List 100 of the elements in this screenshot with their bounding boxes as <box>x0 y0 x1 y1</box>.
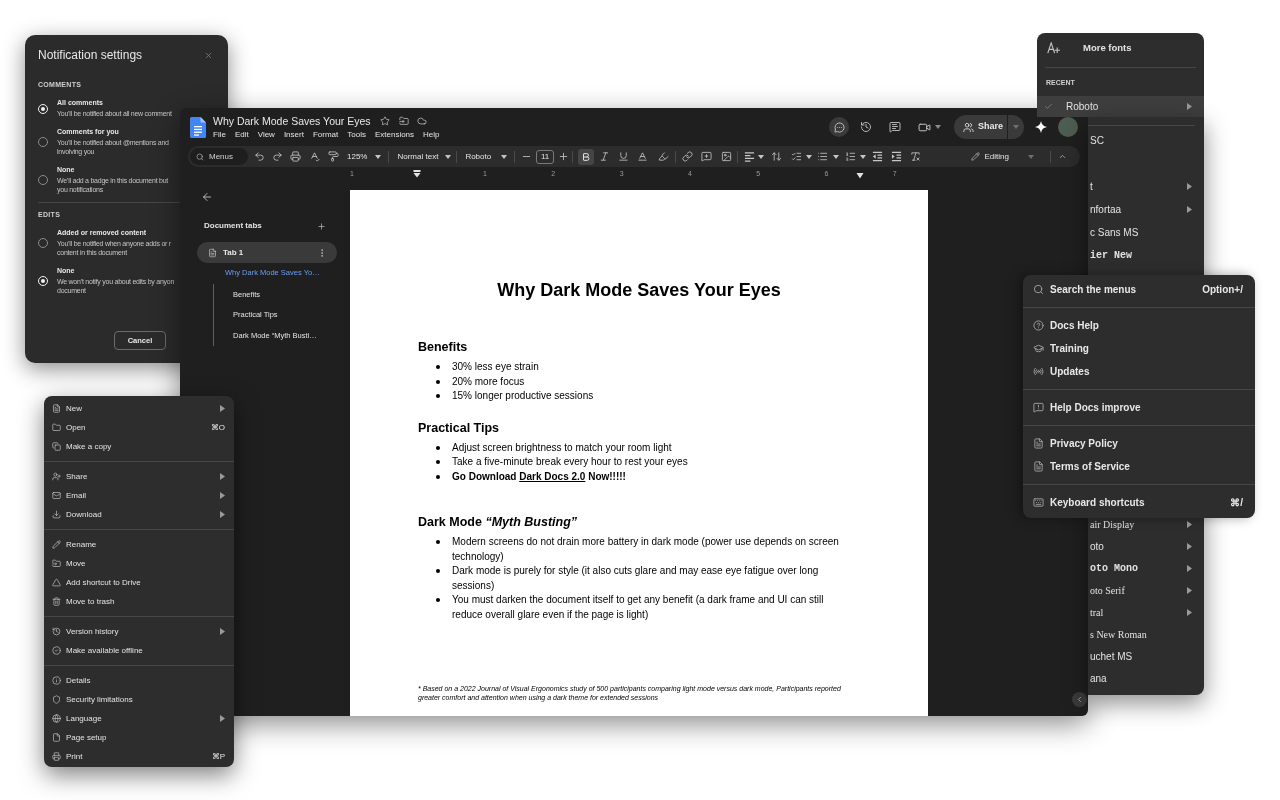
menu-item[interactable]: Download <box>44 505 234 524</box>
underline-icon[interactable] <box>618 151 630 162</box>
menu-bar-item[interactable]: Insert <box>283 129 304 140</box>
print-icon[interactable] <box>290 151 301 162</box>
increase-indent-icon[interactable] <box>891 151 903 162</box>
chevron-up-icon[interactable] <box>1058 152 1067 161</box>
close-button[interactable] <box>204 50 213 60</box>
paragraph-style-dropdown[interactable]: Normal text <box>397 150 452 163</box>
font-option[interactable]: SC <box>1088 129 1204 152</box>
font-option[interactable]: ana <box>1088 667 1204 689</box>
font-option[interactable]: Roboto <box>1037 96 1204 117</box>
menu-item[interactable]: Make a copy <box>44 437 234 456</box>
docs-logo-icon[interactable] <box>190 116 206 138</box>
folder-arrow-icon[interactable] <box>398 116 409 126</box>
menu-bar-item[interactable]: Extensions <box>374 129 415 140</box>
menu-item[interactable]: Move <box>44 554 234 573</box>
menu-bar-item[interactable]: File <box>213 129 226 140</box>
document-tab[interactable]: Tab 1 <box>197 242 337 263</box>
image-icon[interactable] <box>721 151 733 162</box>
font-option[interactable]: oto Serif <box>1088 579 1204 601</box>
font-option[interactable]: t <box>1088 175 1204 198</box>
plus-icon[interactable] <box>558 151 570 162</box>
up-down-arrows-icon[interactable] <box>771 151 783 162</box>
menu-item[interactable]: Version history <box>44 622 234 641</box>
menu-item[interactable]: New <box>44 399 234 418</box>
more-fonts-item[interactable]: More fonts <box>1037 36 1204 60</box>
menu-item[interactable]: Privacy Policy <box>1023 432 1255 455</box>
font-option[interactable]: c Sans MS <box>1088 221 1204 244</box>
font-option[interactable]: nfortaa <box>1088 198 1204 221</box>
menu-bar-item[interactable]: Edit <box>234 129 249 140</box>
font-size-field[interactable]: 11 <box>536 149 555 164</box>
history-icon[interactable] <box>860 121 872 133</box>
menu-item[interactable]: Docs Help <box>1023 314 1255 337</box>
font-option[interactable]: ier New <box>1088 244 1204 267</box>
avatar[interactable] <box>1058 117 1078 137</box>
menu-bar-item[interactable]: Help <box>423 129 440 140</box>
italic-icon[interactable] <box>599 151 611 162</box>
font-option[interactable]: oto <box>1088 535 1204 557</box>
menu-item[interactable]: Search the menus Option+/ <box>1023 278 1255 301</box>
add-comment-icon[interactable] <box>701 151 713 162</box>
font-option[interactable]: air Display <box>1088 513 1204 535</box>
spell-check-icon[interactable] <box>309 151 320 162</box>
paint-roller-icon[interactable] <box>328 151 339 162</box>
redo-icon[interactable] <box>272 151 283 162</box>
add-tab-icon[interactable] <box>317 221 326 231</box>
highlighter-icon[interactable] <box>658 151 670 162</box>
menu-bar-item[interactable]: View <box>257 129 275 140</box>
menu-item[interactable]: Security limitations <box>44 690 234 709</box>
menu-item[interactable]: Move to trash <box>44 592 234 611</box>
menu-item[interactable]: Keyboard shortcuts ⌘/ <box>1023 491 1255 514</box>
menu-item[interactable]: Share <box>44 467 234 486</box>
decrease-indent-icon[interactable] <box>872 151 884 162</box>
menu-item[interactable]: Print ⌘P <box>44 747 234 766</box>
sparkle-icon[interactable] <box>1035 121 1047 133</box>
chat-button[interactable] <box>829 117 849 137</box>
menu-item[interactable]: Training <box>1023 337 1255 360</box>
font-option[interactable]: uchet MS <box>1088 645 1204 667</box>
link-icon[interactable] <box>682 151 694 162</box>
collapse-button[interactable] <box>1072 692 1087 707</box>
bold-button[interactable] <box>578 148 595 165</box>
menu-item[interactable]: Details <box>44 671 234 690</box>
align-left-icon[interactable] <box>744 151 756 162</box>
font-dropdown[interactable]: Roboto <box>465 150 508 163</box>
menu-item[interactable]: Help Docs improve <box>1023 396 1255 419</box>
menu-bar-item[interactable]: Tools <box>347 129 366 140</box>
indent-marker-icon[interactable] <box>413 170 421 178</box>
link[interactable]: Dark Docs 2.0 <box>519 470 586 482</box>
font-option[interactable]: tral <box>1088 601 1204 623</box>
menu-bar-item[interactable]: Format <box>312 129 339 140</box>
font-option[interactable]: s New Roman <box>1088 623 1204 645</box>
menu-search-field[interactable]: Menus <box>190 148 248 165</box>
star-icon[interactable] <box>379 116 390 126</box>
undo-icon[interactable] <box>254 151 265 162</box>
menu-item[interactable]: Add shortcut to Drive <box>44 573 234 592</box>
menu-item[interactable]: Email <box>44 486 234 505</box>
menu-item[interactable]: Page setup <box>44 728 234 747</box>
indent-marker-icon[interactable] <box>856 173 864 179</box>
bulleted-list-icon[interactable] <box>817 151 829 162</box>
editing-mode-dropdown[interactable]: Editing <box>970 150 1034 163</box>
numbered-list-icon[interactable] <box>845 151 857 162</box>
menu-item[interactable]: Terms of Service <box>1023 455 1255 478</box>
menu-item[interactable]: Open ⌘O <box>44 418 234 437</box>
share-button[interactable]: Share <box>954 115 1007 139</box>
folder-arrow-icon <box>52 559 61 568</box>
clear-formatting-icon[interactable] <box>910 151 922 162</box>
menu-item[interactable]: Language <box>44 709 234 728</box>
checklist-icon[interactable] <box>791 151 803 162</box>
menu-item[interactable]: Rename <box>44 535 234 554</box>
text-color-icon[interactable] <box>637 151 649 162</box>
font-option[interactable]: oto Mono <box>1088 557 1204 579</box>
cloud-icon[interactable] <box>416 116 427 126</box>
comment-icon[interactable] <box>889 121 901 133</box>
document-title[interactable]: Why Dark Mode Saves Your Eyes <box>213 114 371 128</box>
bullet-text: You must darken the document itself to get any benefit (a dark frame and UI can still reduce overall glare even if the page is light) <box>452 593 825 622</box>
back-arrow-icon[interactable] <box>201 191 213 203</box>
caret-icon <box>445 154 452 159</box>
zoom-dropdown[interactable]: 125% <box>347 150 382 163</box>
menu-item[interactable]: Updates <box>1023 360 1255 383</box>
share-options-button[interactable] <box>1007 115 1024 139</box>
menu-item[interactable]: Make available offline <box>44 641 234 660</box>
